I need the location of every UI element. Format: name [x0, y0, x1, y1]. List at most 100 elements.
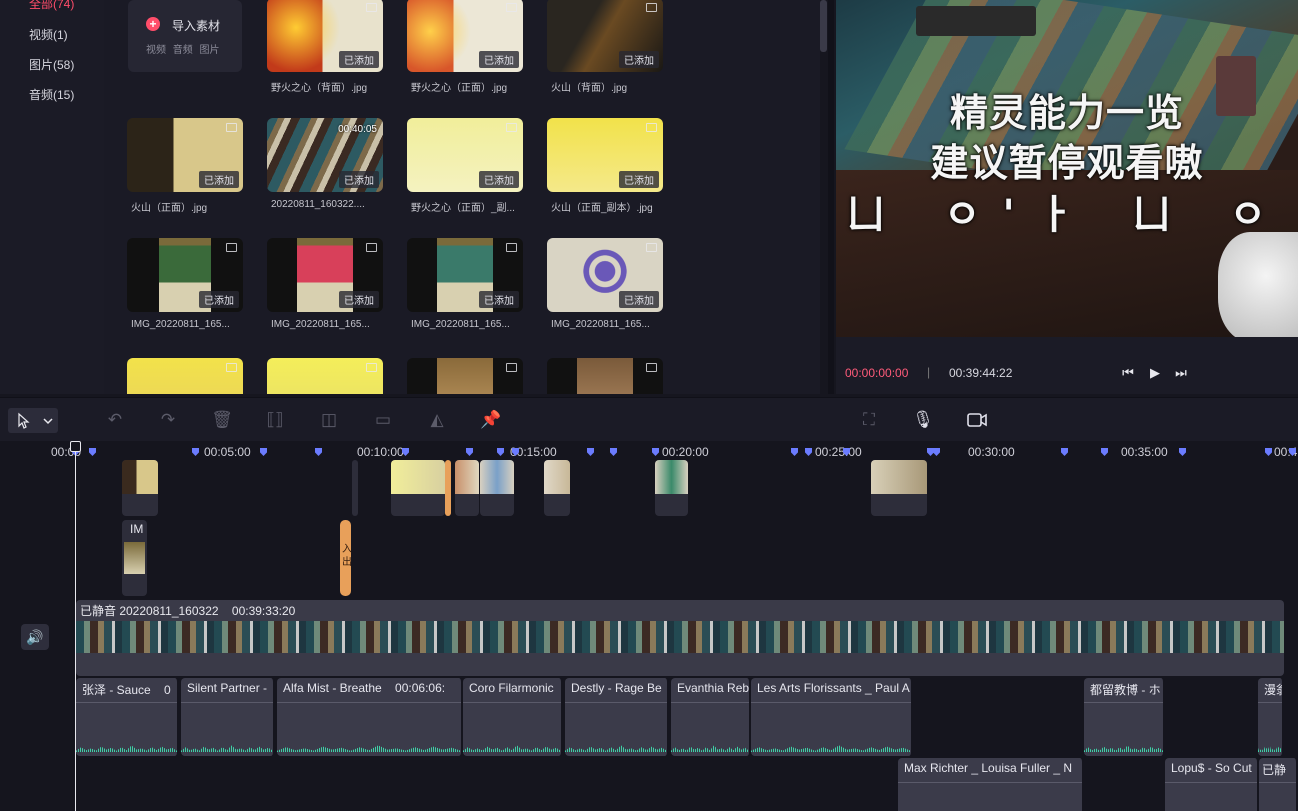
timeline-marker[interactable] — [927, 448, 934, 456]
audio-waveform — [751, 745, 911, 752]
import-media-button[interactable]: + 导入素材 视频 音频 图片 — [128, 0, 242, 72]
camera-icon[interactable] — [966, 409, 988, 431]
image-clip[interactable] — [391, 460, 445, 516]
audio-clip[interactable]: 都留教博 - ホ — [1084, 678, 1165, 756]
audio-clip[interactable]: Max Richter _ Louisa Fuller _ N — [898, 758, 1084, 811]
freeze-frame-icon[interactable]: ▭ — [372, 409, 394, 431]
timeline-marker[interactable] — [791, 448, 798, 456]
nav-item-video[interactable]: 视频(1) — [29, 26, 68, 43]
media-tile[interactable]: 已添加 — [127, 238, 243, 312]
preview-video[interactable]: 精灵能力一览 建议暂停观看嗷 ㄩ ㅇ'ㅏ ㄩ ㅇ — [836, 0, 1298, 337]
timeline-marker[interactable] — [610, 448, 617, 456]
select-tool-dropdown[interactable] — [8, 408, 58, 433]
media-tile[interactable] — [407, 358, 523, 394]
ruler-label: 00:20:00 — [662, 445, 709, 459]
pin-icon[interactable]: 📌 — [480, 409, 502, 431]
timeline[interactable]: 00:00 00:05:00 00:10:00 00:15:00 00:20:0… — [0, 441, 1298, 811]
image-clip[interactable] — [122, 460, 158, 516]
redo-icon[interactable]: ↷ — [157, 409, 179, 431]
volume-line — [898, 782, 1082, 783]
image-clip[interactable] — [655, 460, 688, 516]
media-tile[interactable] — [547, 358, 663, 394]
ruler-label: 00:30:00 — [968, 445, 1015, 459]
main-track-thumbnails — [76, 621, 1284, 653]
timeline-marker[interactable] — [933, 448, 940, 456]
timeline-marker[interactable] — [652, 448, 659, 456]
microphone-icon[interactable]: 🎙 — [912, 409, 934, 431]
image-clip[interactable] — [480, 460, 514, 516]
image-clip[interactable] — [544, 460, 570, 516]
timeline-marker[interactable] — [1179, 448, 1186, 456]
image-clip[interactable]: IM — [122, 520, 147, 596]
audio-clip[interactable]: 漫翁 — [1258, 678, 1284, 756]
media-tile[interactable]: 已添加 — [267, 238, 383, 312]
audio-clip-label: Les Arts Florissants _ Paul A — [757, 681, 910, 695]
timeline-marker[interactable] — [260, 448, 267, 456]
preview-cup-image — [1218, 232, 1298, 337]
image-icon — [646, 123, 657, 132]
media-tile[interactable]: 已添加 — [127, 118, 243, 192]
timeline-marker[interactable] — [1265, 448, 1272, 456]
nav-item-all[interactable]: 全部(74) — [29, 0, 74, 12]
timeline-marker[interactable] — [1101, 448, 1108, 456]
media-name: IMG_20220811_165... — [411, 319, 510, 330]
skip-forward-icon[interactable]: ⏭ — [1173, 365, 1189, 381]
media-tile[interactable]: 已添加 — [407, 118, 523, 192]
audio-clip[interactable]: Alfa Mist - Breathe 00:06:06: — [277, 678, 463, 756]
media-tile[interactable]: 已添加 — [547, 238, 663, 312]
panel-divider[interactable] — [828, 0, 834, 394]
playhead[interactable] — [75, 441, 76, 811]
audio-clip[interactable]: Destly - Rage Be — [565, 678, 669, 756]
image-clip[interactable] — [352, 460, 358, 516]
timeline-marker[interactable] — [1061, 448, 1068, 456]
clip-label: IM — [130, 522, 144, 536]
play-icon[interactable]: ▶ — [1147, 365, 1163, 381]
timeline-marker[interactable] — [192, 448, 199, 456]
undo-icon[interactable]: ↶ — [104, 409, 126, 431]
timeline-marker[interactable] — [315, 448, 322, 456]
image-icon — [226, 123, 237, 132]
crop-icon[interactable]: ◫ — [318, 409, 340, 431]
playhead-handle[interactable] — [70, 441, 81, 452]
transition-marker[interactable] — [445, 460, 451, 516]
nav-item-audio[interactable]: 音频(15) — [29, 86, 74, 103]
volume-icon[interactable]: 🔊 — [21, 624, 49, 650]
image-clip[interactable] — [455, 460, 479, 516]
media-tile[interactable]: 00:40:05 已添加 — [267, 118, 383, 192]
image-clip[interactable] — [871, 460, 927, 516]
skip-back-icon[interactable]: ⏮ — [1120, 365, 1136, 381]
audio-clip[interactable]: Coro Filarmonic — [463, 678, 563, 756]
screenshot-icon[interactable]: ⛶ — [858, 409, 880, 431]
media-tile[interactable]: 已添加 — [547, 0, 663, 72]
audio-waveform — [181, 745, 273, 752]
library-scrollbar[interactable] — [820, 0, 827, 52]
mirror-icon[interactable]: ◭ — [426, 409, 448, 431]
media-category-nav: 全部(74) 视频(1) 图片(58) 音频(15) — [0, 0, 104, 394]
audio-clip[interactable]: 已静 — [1259, 758, 1298, 811]
media-tile[interactable]: 已添加 — [407, 0, 523, 72]
media-name: 野火之心（正面）.jpg — [411, 83, 508, 94]
audio-clip[interactable]: Evanthia Reb — [671, 678, 751, 756]
volume-line — [1165, 782, 1257, 783]
timeline-marker[interactable] — [466, 448, 473, 456]
media-tile[interactable]: 已添加 — [407, 238, 523, 312]
timeline-marker[interactable] — [587, 448, 594, 456]
timeline-marker[interactable] — [497, 448, 504, 456]
media-tile[interactable]: 已添加 — [547, 118, 663, 192]
audio-clip[interactable]: Silent Partner - — [181, 678, 275, 756]
media-tile[interactable]: 已添加 — [267, 0, 383, 72]
audio-clip[interactable]: 张泽 - Sauce 0 — [76, 678, 179, 756]
nav-item-image[interactable]: 图片(58) — [29, 56, 74, 73]
audio-clip[interactable]: Lopu$ - So Cut — [1165, 758, 1259, 811]
audio-clip[interactable]: Les Arts Florissants _ Paul A — [751, 678, 913, 756]
media-tile[interactable] — [267, 358, 383, 394]
split-icon[interactable]: ⟦⟧ — [264, 409, 286, 431]
media-tile[interactable] — [127, 358, 243, 394]
media-library: + 导入素材 视频 音频 图片 已添加 野火之心（背面）.jpg 已添加 野火之… — [104, 0, 820, 394]
timeline-marker[interactable] — [89, 448, 96, 456]
time-ruler[interactable]: 00:00 00:05:00 00:10:00 00:15:00 00:20:0… — [0, 441, 1298, 461]
main-video-track[interactable]: 已静音 20220811_160322 00:39:33:20 — [76, 600, 1284, 676]
audio-waveform — [671, 745, 749, 752]
timeline-marker[interactable] — [805, 448, 812, 456]
delete-icon[interactable]: 🗑 — [211, 409, 233, 431]
